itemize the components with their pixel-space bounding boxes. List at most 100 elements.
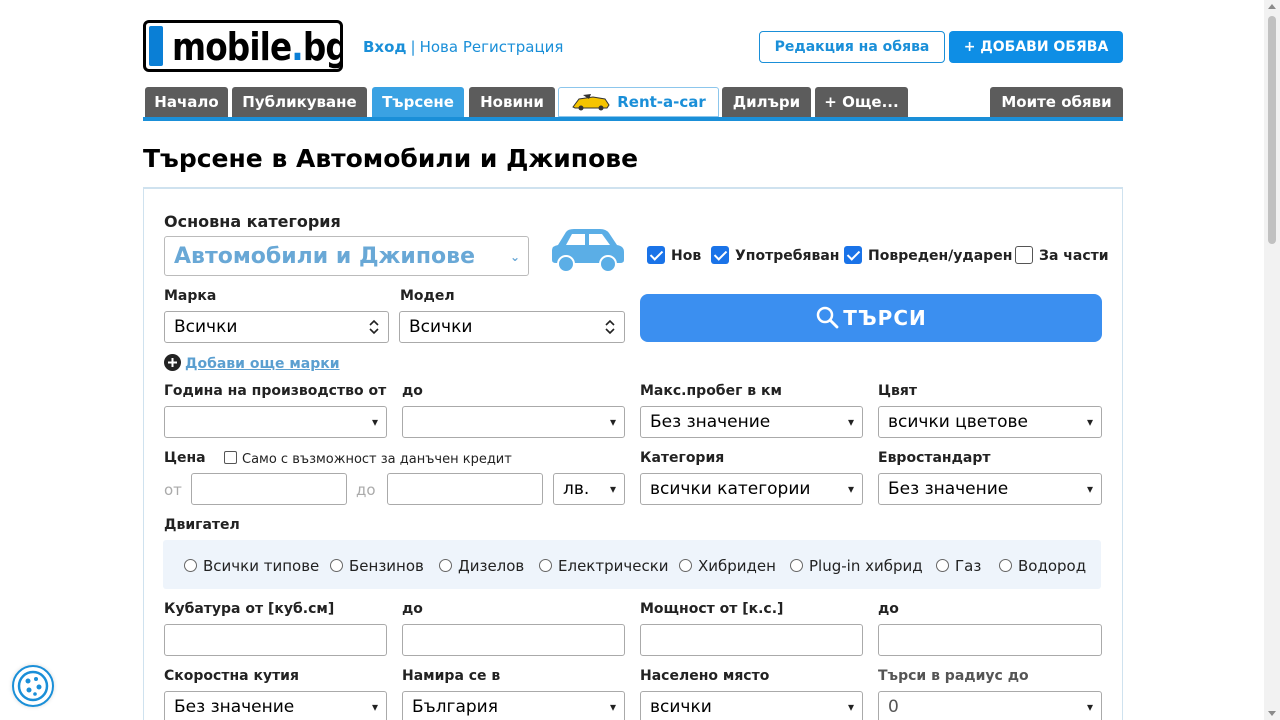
engine-petrol[interactable]: Бензинов — [330, 557, 424, 575]
year-to-select[interactable]: ▾ — [402, 406, 625, 438]
location-label: Намира се в — [402, 668, 501, 684]
tab-more[interactable]: + Още... — [815, 87, 908, 117]
tab-publish[interactable]: Публикуване — [232, 87, 367, 117]
model-select[interactable]: Всички — [399, 311, 625, 343]
tax-credit-option[interactable]: Само с възможност за данъчен кредит — [224, 451, 512, 467]
radio-button[interactable] — [679, 559, 692, 572]
condition-new[interactable]: Нов — [647, 246, 701, 264]
radio-button[interactable] — [936, 559, 949, 572]
add-ad-button[interactable]: + ДОБАВИ ОБЯВА — [949, 31, 1123, 63]
cookie-icon — [17, 670, 49, 702]
year-from-label: Година на производство от — [164, 383, 387, 399]
main-category-value: Автомобили и Джипове — [174, 244, 476, 269]
power-to-input[interactable] — [878, 624, 1102, 656]
tab-rent-label: Rent-a-car — [617, 93, 706, 111]
cc-from-label: Кубатура от [куб.см] — [164, 601, 335, 617]
edit-ad-button[interactable]: Редакция на обява — [759, 31, 945, 63]
chevron-down-icon: ▾ — [847, 700, 854, 714]
tab-rent-a-car[interactable]: Rent-a-car — [558, 87, 719, 117]
engine-plugin-hybrid-label: Plug-in хибрид — [809, 557, 923, 575]
power-from-label: Мощност от [к.с.] — [640, 601, 784, 617]
radius-select[interactable]: 0 ▾ — [878, 691, 1102, 720]
chevron-down-icon: ▾ — [1086, 482, 1093, 496]
price-label: Цена — [164, 450, 206, 466]
radio-button[interactable] — [330, 559, 343, 572]
engine-plugin-hybrid[interactable]: Plug-in хибрид — [790, 557, 923, 575]
tax-credit-label: Само с възможност за данъчен кредит — [242, 452, 512, 467]
radio-button[interactable] — [999, 559, 1012, 572]
price-to-input[interactable] — [387, 473, 543, 505]
nav-underline — [143, 117, 1123, 121]
color-label: Цвят — [878, 383, 917, 399]
price-from-input[interactable] — [191, 473, 347, 505]
location-select[interactable]: България ▾ — [402, 691, 625, 720]
cookie-settings-button[interactable] — [12, 665, 54, 707]
year-from-select[interactable]: ▾ — [164, 406, 387, 438]
tab-home[interactable]: Начало — [145, 87, 228, 117]
color-select[interactable]: всички цветове ▾ — [878, 406, 1102, 438]
rent-a-car-logo-icon — [571, 92, 611, 111]
tax-credit-checkbox[interactable] — [224, 451, 237, 464]
condition-used[interactable]: Употребяван — [711, 246, 839, 264]
engine-diesel[interactable]: Дизелов — [439, 557, 524, 575]
tab-dealers[interactable]: Дилъри — [722, 87, 811, 117]
category-value: всички категории — [650, 479, 811, 499]
search-button-label: ТЪРСИ — [843, 306, 927, 330]
checkbox-used[interactable] — [711, 246, 729, 264]
register-link[interactable]: Нова Регистрация — [420, 38, 564, 56]
engine-all[interactable]: Всички типове — [184, 557, 319, 575]
checkbox-damaged[interactable] — [844, 246, 862, 264]
updown-icon — [369, 319, 379, 335]
radio-button[interactable] — [439, 559, 452, 572]
radio-button[interactable] — [790, 559, 803, 572]
main-category-label: Основна категория — [164, 212, 341, 231]
category-select[interactable]: всички категории ▾ — [640, 473, 863, 505]
condition-parts[interactable]: За части — [1015, 246, 1109, 264]
main-category-select[interactable]: Автомобили и Джипове ⌄ — [164, 236, 529, 276]
currency-select[interactable]: лв. ▾ — [553, 473, 625, 505]
city-select[interactable]: всички ▾ — [640, 691, 863, 720]
add-brands-link[interactable]: Добави още марки — [164, 354, 340, 372]
mileage-value: Без значение — [650, 412, 771, 432]
engine-electric[interactable]: Електрически — [539, 557, 669, 575]
login-link[interactable]: Вход — [363, 38, 407, 56]
price-to-label: до — [356, 481, 376, 499]
engine-hydrogen[interactable]: Водород — [999, 557, 1086, 575]
radio-button[interactable] — [184, 559, 197, 572]
site-logo[interactable]: mobile.bg — [143, 20, 343, 72]
engine-hybrid[interactable]: Хибриден — [679, 557, 776, 575]
radio-button[interactable] — [539, 559, 552, 572]
page-scrollbar[interactable] — [1264, 0, 1280, 720]
radius-value: 0 — [888, 697, 899, 717]
search-button[interactable]: ТЪРСИ — [640, 294, 1102, 342]
page-title: Търсене в Автомобили и Джипове — [143, 144, 639, 173]
cc-to-input[interactable] — [402, 624, 625, 656]
scrollbar-thumb[interactable] — [1268, 16, 1276, 244]
scroll-down-arrow-icon[interactable] — [1268, 711, 1276, 716]
condition-damaged[interactable]: Повреден/ударен — [844, 246, 1012, 264]
tab-my-ads[interactable]: Моите обяви — [990, 87, 1123, 117]
brand-select[interactable]: Всички — [164, 311, 389, 343]
main-nav: Начало Публикуване Търсене Новини Rent-a… — [143, 87, 1123, 123]
mileage-select[interactable]: Без значение ▾ — [640, 406, 863, 438]
eurostandard-select[interactable]: Без значение ▾ — [878, 473, 1102, 505]
chevron-down-icon: ▾ — [609, 700, 616, 714]
power-from-input[interactable] — [640, 624, 863, 656]
scroll-up-arrow-icon[interactable] — [1268, 4, 1276, 9]
checkbox-parts[interactable] — [1015, 246, 1033, 264]
tab-news[interactable]: Новини — [469, 87, 555, 117]
tab-search[interactable]: Търсене — [372, 87, 464, 117]
engine-gas[interactable]: Газ — [936, 557, 981, 575]
engine-petrol-label: Бензинов — [349, 557, 424, 575]
cc-from-input[interactable] — [164, 624, 387, 656]
engine-label: Двигател — [164, 517, 240, 533]
currency-value: лв. — [563, 479, 590, 499]
engine-diesel-label: Дизелов — [458, 557, 525, 575]
checkbox-new[interactable] — [647, 246, 665, 264]
radius-label: Търси в радиус до — [878, 668, 1029, 684]
model-label: Модел — [400, 288, 455, 304]
gearbox-select[interactable]: Без значение ▾ — [164, 691, 387, 720]
logo-bar — [149, 26, 163, 66]
condition-new-label: Нов — [671, 248, 702, 264]
condition-used-label: Употребяван — [735, 248, 840, 264]
